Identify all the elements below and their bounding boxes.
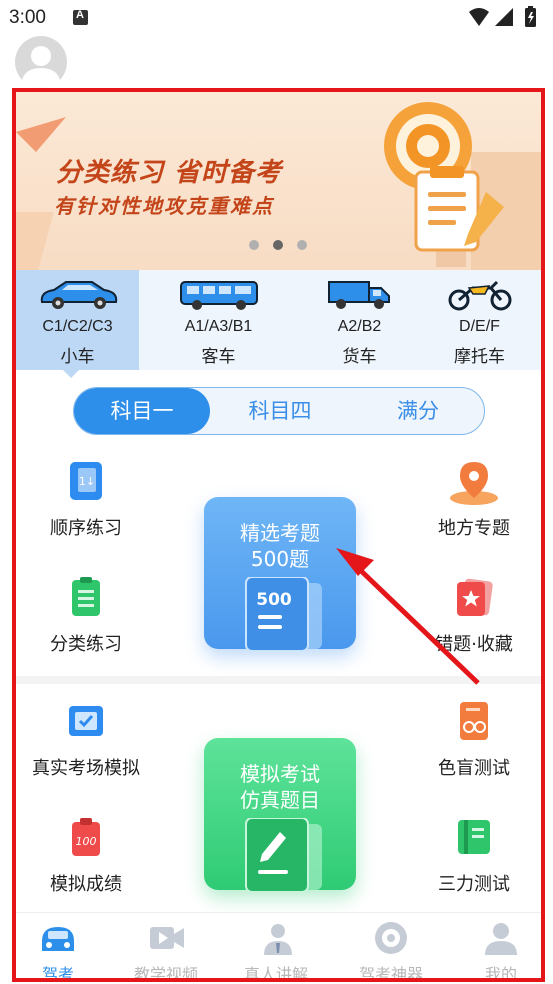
nav-live-lecture[interactable]: 真人讲解 (226, 913, 326, 982)
active-tab-pointer (61, 368, 81, 378)
banner-dot[interactable] (249, 240, 259, 250)
vehicle-tab-motorcycle-code: D/E/F (459, 318, 500, 335)
nav-profile[interactable]: 我的 (451, 913, 541, 982)
three-ability-test-label: 三力测试 (438, 874, 510, 895)
video-icon (150, 927, 184, 949)
tab-full-score[interactable]: 满分 (350, 388, 486, 434)
nav-driving-test[interactable]: 驾考 (16, 913, 108, 982)
vehicle-tab-car-code: C1/C2/C3 (42, 318, 113, 335)
nav-profile-label: 我的 (484, 965, 517, 982)
category-list-icon (72, 577, 100, 616)
toolbox-icon (375, 922, 407, 954)
sequence-book-icon: 1↓ (70, 462, 102, 500)
mistakes-favorites-button[interactable]: 错题·收藏 (404, 576, 541, 656)
color-blind-test-icon (460, 702, 488, 740)
vehicle-tab-truck-code: A2/B2 (337, 318, 382, 335)
nav-teaching-video[interactable]: 教学视频 (116, 913, 216, 982)
exam-paper-icon (245, 818, 322, 892)
exam-room-icon (69, 706, 103, 736)
local-topics-button[interactable]: 地方专题 (404, 460, 541, 540)
mock-score-label: 模拟成绩 (50, 874, 122, 895)
banner-pagination (249, 240, 319, 252)
car-icon (40, 281, 117, 309)
banner-dot-active[interactable] (273, 240, 283, 250)
vehicle-tab-bus-code: A1/A3/B1 (184, 318, 253, 335)
mock-exam-title: 模拟考试 (240, 762, 320, 786)
selected-questions-badge: 500 (256, 590, 292, 610)
profile-icon (485, 923, 517, 955)
color-blind-test-label: 色盲测试 (438, 758, 510, 779)
three-ability-test-icon (458, 820, 490, 854)
mock-score-button[interactable]: 100 模拟成绩 (16, 816, 156, 896)
nav-toolbox[interactable]: 驾考神器 (341, 913, 441, 982)
location-pin-icon (450, 462, 498, 505)
favorite-star-icon (457, 578, 493, 616)
vehicle-type-tabs: C1/C2/C3 小车 A1/A3/B1 客车 A2/B2 货车 D/E/F 摩… (16, 270, 541, 370)
selected-questions-card[interactable]: 精选考题 500题 500 (204, 497, 356, 651)
tab-subject-four[interactable]: 科目四 (212, 388, 348, 434)
vehicle-tab-car-name: 小车 (60, 347, 95, 367)
sequence-practice-button[interactable]: 1↓ 顺序练习 (16, 460, 156, 540)
tab-subject-one[interactable]: 科目一 (74, 388, 210, 434)
category-practice-label: 分类练习 (50, 634, 122, 655)
three-ability-test-button[interactable]: 三力测试 (404, 816, 541, 896)
nav-toolbox-label: 驾考神器 (358, 965, 423, 982)
banner-subtitle: 有针对性地攻克重难点 (54, 194, 274, 218)
status-bar: 3:00 (0, 0, 553, 36)
motorcycle-icon (448, 280, 511, 311)
banner-title: 分类练习 省时备考 (56, 158, 283, 188)
nav-live-lecture-label: 真人讲解 (243, 965, 308, 982)
highlight-frame: 分类练习 省时备考 有针对性地攻克重难点 C1/C2/C3 小车 A1/A3/B… (12, 88, 545, 982)
banner-dot[interactable] (297, 240, 307, 250)
selected-questions-count: 500题 (250, 547, 310, 571)
truck-icon (327, 281, 390, 309)
promo-banner[interactable]: 分类练习 省时备考 有针对性地攻克重难点 (16, 92, 541, 270)
status-time: 3:00 (9, 7, 46, 28)
signal-icon (495, 8, 513, 26)
status-icons (469, 6, 536, 27)
driving-test-icon (42, 927, 74, 951)
mistakes-favorites-label: 错题·收藏 (435, 634, 513, 655)
section-divider (16, 676, 541, 684)
bus-icon (179, 281, 258, 310)
category-practice-button[interactable]: 分类练习 (16, 576, 156, 656)
vehicle-tab-motorcycle[interactable]: D/E/F 摩托车 (418, 270, 541, 370)
score-100-icon: 100 (72, 818, 100, 856)
vehicle-tab-motorcycle-name: 摩托车 (454, 347, 505, 367)
color-blind-test-button[interactable]: 色盲测试 (404, 700, 541, 780)
vehicle-tab-car[interactable]: C1/C2/C3 小车 (16, 270, 139, 370)
real-exam-simulation-label: 真实考场模拟 (32, 758, 140, 779)
user-silhouette-icon (21, 46, 61, 88)
question-book-icon: 500 (245, 577, 322, 651)
local-topics-label: 地方专题 (438, 518, 510, 539)
mock-exam-subtitle: 仿真题目 (240, 788, 320, 812)
bottom-navigation: 驾考 教学视频 真人讲解 驾考神器 我的 (16, 912, 541, 982)
svg-text:100: 100 (76, 835, 97, 848)
selected-questions-title: 精选考题 (240, 521, 320, 545)
vehicle-tab-bus-name: 客车 (201, 347, 236, 367)
real-exam-simulation-button[interactable]: 真实考场模拟 (16, 700, 156, 780)
vehicle-tab-truck-name: 货车 (342, 347, 377, 367)
lecturer-icon (264, 924, 292, 955)
vehicle-tab-bus[interactable]: A1/A3/B1 客车 (157, 270, 280, 370)
subject-switch: 科目一 科目四 满分 (73, 387, 485, 435)
nav-teaching-video-label: 教学视频 (133, 965, 198, 982)
wifi-icon (469, 8, 489, 26)
notification-a-icon (73, 9, 88, 25)
vehicle-tab-truck[interactable]: A2/B2 货车 (298, 270, 421, 370)
nav-driving-test-label: 驾考 (41, 965, 74, 982)
svg-text:1↓: 1↓ (79, 475, 95, 488)
mock-exam-card[interactable]: 模拟考试 仿真题目 (204, 738, 356, 892)
avatar[interactable] (15, 36, 67, 88)
sequence-practice-label: 顺序练习 (50, 518, 122, 539)
